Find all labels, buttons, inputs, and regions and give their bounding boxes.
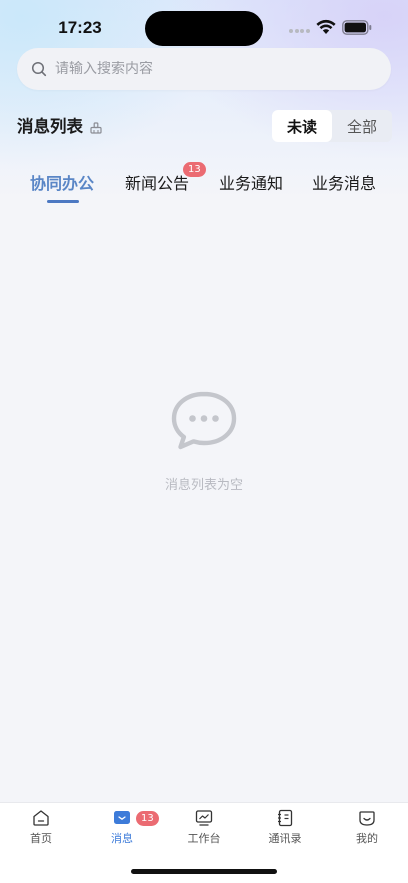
nav-messages-badge: 13 [136,811,159,826]
segment-unread[interactable]: 未读 [272,110,332,142]
nav-profile-label: 我的 [356,832,378,845]
nav-workbench[interactable]: 工作台 [174,809,234,849]
chat-bubble-icon [170,390,238,452]
home-icon [32,809,50,827]
nav-workbench-label: 工作台 [187,832,221,845]
active-tab-indicator [47,200,79,203]
nav-contacts-label: 通讯录 [268,832,302,845]
empty-state-text: 消息列表为空 [164,478,243,493]
signal-icon [289,29,311,35]
nav-home-label: 首页 [30,832,52,845]
tab-business-notice[interactable]: 业务通知 [219,168,283,200]
read-filter-toggle[interactable]: 未读 全部 [272,110,392,142]
battery-icon [342,20,372,35]
message-icon [113,809,131,827]
category-tabs: 协同办公 新闻公告 13 业务通知 业务消息 [0,162,408,208]
nav-messages-label: 消息 [111,832,133,845]
dynamic-island [145,11,263,46]
nav-messages[interactable]: 消息 13 [92,809,159,849]
nav-contacts[interactable]: 通讯录 [255,809,315,849]
tab-news-badge: 13 [183,162,206,177]
search-bar[interactable] [17,48,391,90]
workbench-icon [195,809,213,827]
nav-home[interactable]: 首页 [11,809,71,849]
search-input[interactable] [55,61,355,77]
search-icon [31,61,47,77]
page-title: 消息列表 [17,117,83,136]
wifi-icon [316,19,336,35]
tab-collaboration[interactable]: 协同办公 [30,168,94,200]
segment-all[interactable]: 全部 [332,110,392,142]
profile-icon [358,809,376,827]
contacts-icon [276,809,294,827]
tab-business-message[interactable]: 业务消息 [312,168,376,200]
clear-unread-icon[interactable] [89,120,103,134]
home-indicator [131,869,277,874]
status-time: 17:23 [58,18,102,37]
tab-news[interactable]: 新闻公告 [125,168,189,200]
nav-profile[interactable]: 我的 [337,809,397,849]
